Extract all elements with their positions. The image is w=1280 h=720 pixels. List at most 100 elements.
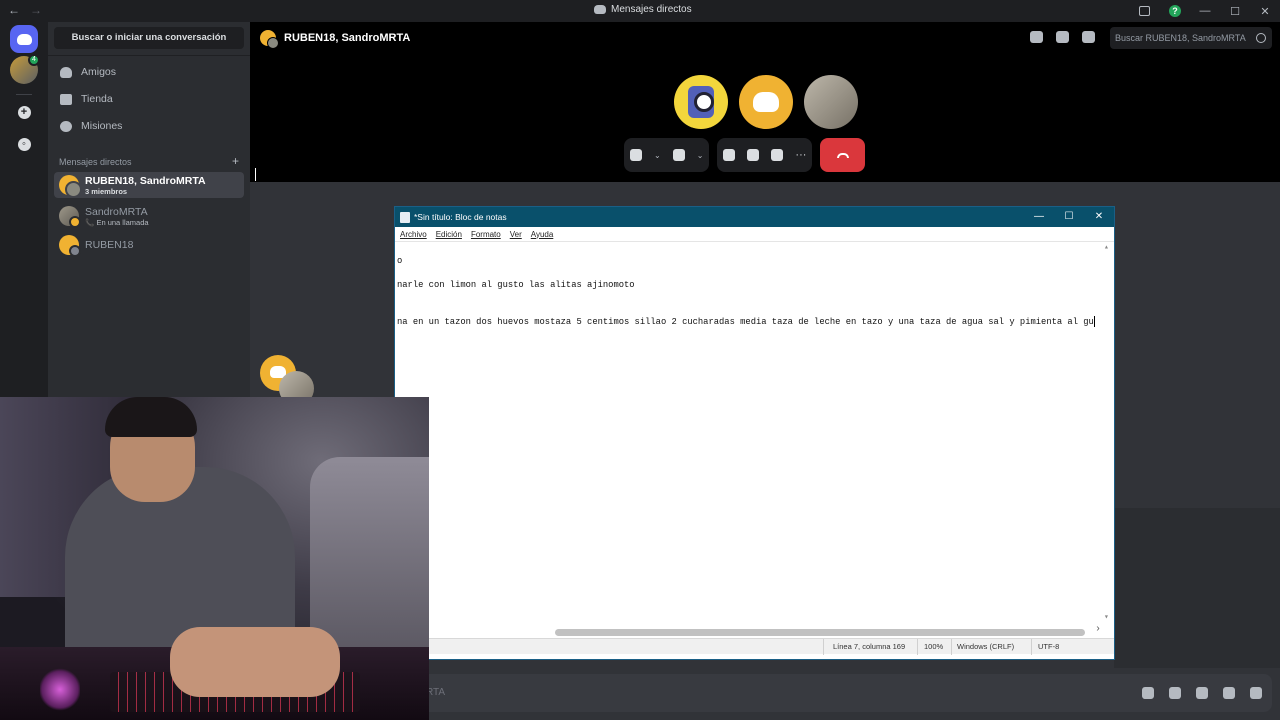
rail-divider <box>16 94 32 95</box>
horizontal-scrollbar[interactable] <box>395 624 1103 638</box>
notepad-minimize-button[interactable]: — <box>1024 207 1054 227</box>
call-title: RUBEN18, SandroMRTA <box>284 32 411 44</box>
close-button[interactable]: ✕ <box>1250 5 1280 18</box>
home-button[interactable] <box>10 25 38 53</box>
notepad-window: *Sin título: Bloc de notas — ☐ ✕ Archivo… <box>394 206 1115 660</box>
scrollbar-thumb[interactable] <box>555 629 1085 636</box>
call-search-input[interactable]: Buscar RUBEN18, SandroMRTA <box>1110 27 1272 49</box>
server-avatar[interactable]: 4 <box>10 54 40 84</box>
ruben-avatar <box>59 235 81 257</box>
chevron-down-icon[interactable]: ⌄ <box>697 151 704 160</box>
nav-shop[interactable]: Tienda <box>56 88 242 110</box>
header-toolbar <box>1030 31 1095 43</box>
inbox-icon[interactable] <box>1139 6 1150 16</box>
screen-share-icon[interactable] <box>723 149 736 161</box>
forward-arrow-icon[interactable]: → <box>30 3 42 17</box>
dm-item-ruben[interactable]: RUBEN18 <box>54 232 244 258</box>
nav-friends[interactable]: Amigos <box>56 61 242 83</box>
dm-section-header: Mensajes directos + <box>59 155 239 167</box>
members-icon[interactable] <box>1082 31 1095 43</box>
activity-group: ··· <box>717 138 813 172</box>
dm-name: RUBEN18, SandroMRTA <box>85 174 206 187</box>
encoding: UTF-8 <box>1038 642 1060 651</box>
notepad-close-button[interactable]: ✕ <box>1084 207 1114 227</box>
dm-subtitle: 📞 En una llamada <box>85 218 149 227</box>
notepad-window-controls: — ☐ ✕ <box>1024 207 1114 227</box>
call-header: RUBEN18, SandroMRTA <box>260 30 411 49</box>
add-server-button[interactable]: + <box>10 98 38 126</box>
nav-quests[interactable]: Misiones <box>56 115 242 137</box>
webcam-hair <box>105 397 197 437</box>
side-panel <box>1114 508 1280 668</box>
participant-avatar[interactable] <box>739 75 793 129</box>
dm-header-label: Mensajes directos <box>59 157 132 167</box>
add-friends-icon[interactable] <box>1056 31 1069 43</box>
dm-item-sandro[interactable]: SandroMRTA 📞 En una llamada <box>54 203 244 229</box>
window-title: Mensajes directos <box>594 4 692 15</box>
maximize-button[interactable]: ☐ <box>1220 5 1250 18</box>
apps-icon[interactable] <box>1250 687 1262 699</box>
more-options-icon[interactable]: ··· <box>795 149 806 161</box>
phone-icon: 📞 <box>85 217 95 227</box>
soundboard-icon[interactable] <box>771 149 784 161</box>
group-avatar <box>260 30 279 49</box>
mouse-cursor <box>255 168 256 181</box>
dm-text: RUBEN18 <box>85 239 133 251</box>
dm-name: RUBEN18 <box>85 239 134 251</box>
group-avatar <box>59 175 82 198</box>
microphone-icon[interactable] <box>630 149 642 161</box>
app-titlebar: ← → Mensajes directos ? — ☐ ✕ <box>0 0 1280 22</box>
sticker-icon[interactable] <box>1196 687 1208 699</box>
notepad-title: *Sin título: Bloc de notas <box>414 212 507 222</box>
menu-archivo[interactable]: Archivo <box>400 230 427 239</box>
text-line: na en un tazon dos huevos mostaza 5 cent… <box>397 316 1094 327</box>
dm-subtitle: 3 miembros <box>85 186 128 196</box>
camera-off-icon[interactable] <box>672 149 685 161</box>
status-separator <box>1031 639 1032 655</box>
phone-hangup-icon <box>836 152 849 158</box>
notepad-titlebar: *Sin título: Bloc de notas — ☐ ✕ <box>395 207 1114 227</box>
notepad-text-area[interactable]: o narle con limon al gusto las alitas aj… <box>395 242 1114 638</box>
call-controls: ⌄ ⌄ ··· <box>624 138 866 172</box>
webcam-hands <box>170 627 340 697</box>
window-title-text: Mensajes directos <box>611 4 692 15</box>
menu-ayuda[interactable]: Ayuda <box>531 230 554 239</box>
discord-logo-icon <box>16 33 32 45</box>
back-arrow-icon[interactable]: ← <box>8 3 20 17</box>
plus-icon: + <box>17 105 31 119</box>
emoji-icon[interactable] <box>1223 687 1235 699</box>
menu-edicion[interactable]: Edición <box>436 230 462 239</box>
vertical-scrollbar[interactable] <box>1102 242 1114 622</box>
notepad-maximize-button[interactable]: ☐ <box>1054 207 1084 227</box>
minimize-button[interactable]: — <box>1190 5 1220 17</box>
call-status: En una llamada <box>96 217 149 227</box>
gif-icon[interactable] <box>1169 687 1181 699</box>
discord-logo-icon <box>594 5 606 14</box>
window-controls: ? — ☐ ✕ <box>1129 0 1280 22</box>
zoom-level: 100% <box>924 642 944 651</box>
nav-shop-label: Tienda <box>81 93 113 105</box>
activities-icon[interactable] <box>747 149 760 161</box>
cursor-position: Línea 7, columna 169 <box>833 642 906 651</box>
gift-icon[interactable] <box>1142 687 1154 699</box>
pin-icon[interactable] <box>1030 31 1043 43</box>
dm-item-group[interactable]: RUBEN18, SandroMRTA 3 miembros <box>54 172 244 198</box>
chevron-down-icon[interactable]: ⌄ <box>654 151 661 160</box>
status-separator <box>951 639 952 655</box>
help-icon[interactable]: ? <box>1169 5 1181 17</box>
notepad-icon <box>400 211 410 223</box>
create-dm-button[interactable]: + <box>232 155 239 167</box>
notepad-statusbar: Línea 7, columna 169 100% Windows (CRLF)… <box>395 638 1114 655</box>
hang-up-button[interactable] <box>820 138 866 172</box>
search-conversation-button[interactable]: Buscar o iniciar una conversación <box>54 27 244 49</box>
mic-camera-group: ⌄ ⌄ <box>624 138 710 172</box>
participant-avatar[interactable] <box>804 75 858 129</box>
explore-button[interactable]: ◦ <box>10 130 38 158</box>
friends-icon <box>60 66 72 78</box>
notification-badge: 4 <box>28 54 40 66</box>
participant-avatar[interactable] <box>674 75 728 129</box>
nav-quests-label: Misiones <box>81 120 123 132</box>
discord-logo-icon <box>753 92 779 112</box>
menu-formato[interactable]: Formato <box>471 230 501 239</box>
menu-ver[interactable]: Ver <box>510 230 522 239</box>
